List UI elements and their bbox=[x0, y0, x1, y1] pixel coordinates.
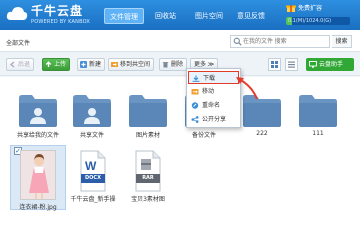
docx-badge: DOCX bbox=[85, 175, 101, 181]
move-icon bbox=[191, 89, 199, 95]
storage-text: 0.1(M)/1024.0(G) bbox=[288, 18, 332, 24]
shared-folder-icon[interactable] bbox=[72, 92, 112, 128]
shared-folder-icon[interactable] bbox=[18, 92, 58, 128]
plus-icon bbox=[80, 61, 87, 68]
share-label: 移到共空间 bbox=[120, 61, 151, 68]
search-input[interactable] bbox=[230, 35, 330, 48]
back-button[interactable]: 后退 bbox=[6, 58, 35, 71]
back-arrow-icon bbox=[9, 61, 15, 68]
cloud-logo-icon bbox=[6, 7, 28, 20]
brand-subtitle: POWERED BY KANBOX bbox=[31, 19, 91, 25]
gift-icon bbox=[286, 5, 296, 12]
list-view-icon bbox=[288, 61, 295, 68]
annotation-arrow-icon bbox=[236, 77, 258, 100]
dress-photo-icon bbox=[21, 151, 55, 199]
upload-label: 上传 bbox=[54, 61, 67, 68]
delete-label: 删除 bbox=[171, 61, 184, 68]
grid-view-button[interactable] bbox=[268, 58, 281, 71]
tab-image-space[interactable]: 图片空间 bbox=[190, 8, 228, 24]
menu-item-label: 重命名 bbox=[202, 102, 221, 109]
file-name[interactable]: 111 bbox=[288, 130, 348, 137]
svg-text:W: W bbox=[85, 159, 97, 173]
image-thumbnail[interactable] bbox=[20, 150, 56, 200]
move-to-shared-button[interactable]: 移到共空间 bbox=[108, 58, 155, 71]
monitor-icon bbox=[309, 61, 317, 68]
search-button[interactable]: 搜索 bbox=[332, 35, 352, 48]
file-name[interactable]: 连衣裙-粉.jpg bbox=[8, 202, 68, 211]
trash-icon bbox=[162, 62, 169, 68]
file-name[interactable]: 千牛云盘_新手操 bbox=[63, 194, 123, 203]
word-document-icon[interactable]: W bbox=[80, 150, 106, 192]
file-name[interactable]: 222 bbox=[232, 130, 292, 137]
file-name[interactable]: 宝贝3素材图 bbox=[118, 194, 178, 203]
back-label: 后退 bbox=[18, 61, 31, 68]
share-space-icon bbox=[111, 62, 118, 67]
free-upgrade-link[interactable]: 免费扩容 bbox=[298, 3, 322, 12]
download-icon bbox=[192, 75, 200, 82]
menu-item-label: 移动 bbox=[202, 88, 215, 95]
tab-recycle-bin[interactable]: 回收站 bbox=[150, 8, 181, 24]
tab-file-management[interactable]: 文件管理 bbox=[104, 8, 144, 24]
file-name[interactable]: 图片素材 bbox=[118, 130, 178, 139]
new-folder-button[interactable]: 新建 bbox=[77, 58, 106, 71]
grid-view-icon bbox=[271, 61, 278, 68]
menu-item-label: 公开分享 bbox=[202, 116, 227, 123]
delete-button[interactable]: 删除 bbox=[159, 58, 188, 71]
new-label: 新建 bbox=[89, 61, 102, 68]
menu-item-public-share[interactable]: 公开分享 bbox=[188, 113, 239, 126]
tab-feedback[interactable]: 意见反馈 bbox=[232, 8, 270, 24]
rename-icon bbox=[191, 102, 199, 109]
upload-arrow-icon bbox=[45, 61, 52, 67]
share-icon bbox=[191, 116, 199, 123]
file-name[interactable]: 共享给我的文件 bbox=[8, 130, 68, 139]
menu-item-label: 下载 bbox=[203, 75, 216, 82]
list-view-button[interactable] bbox=[285, 58, 298, 71]
file-name[interactable]: 共享文件 bbox=[62, 130, 122, 139]
breadcrumb[interactable]: 全部文件 bbox=[6, 38, 30, 47]
search-icon bbox=[233, 37, 242, 46]
upload-button[interactable]: 上传 bbox=[42, 58, 71, 71]
brand-title: 千牛云盘 bbox=[31, 4, 84, 18]
rar-badge: RAR bbox=[142, 175, 154, 181]
folder-icon[interactable] bbox=[128, 92, 168, 128]
folder-icon[interactable] bbox=[298, 92, 338, 128]
file-name[interactable]: 备份文件 bbox=[174, 130, 234, 139]
archive-file-icon[interactable] bbox=[135, 150, 161, 192]
